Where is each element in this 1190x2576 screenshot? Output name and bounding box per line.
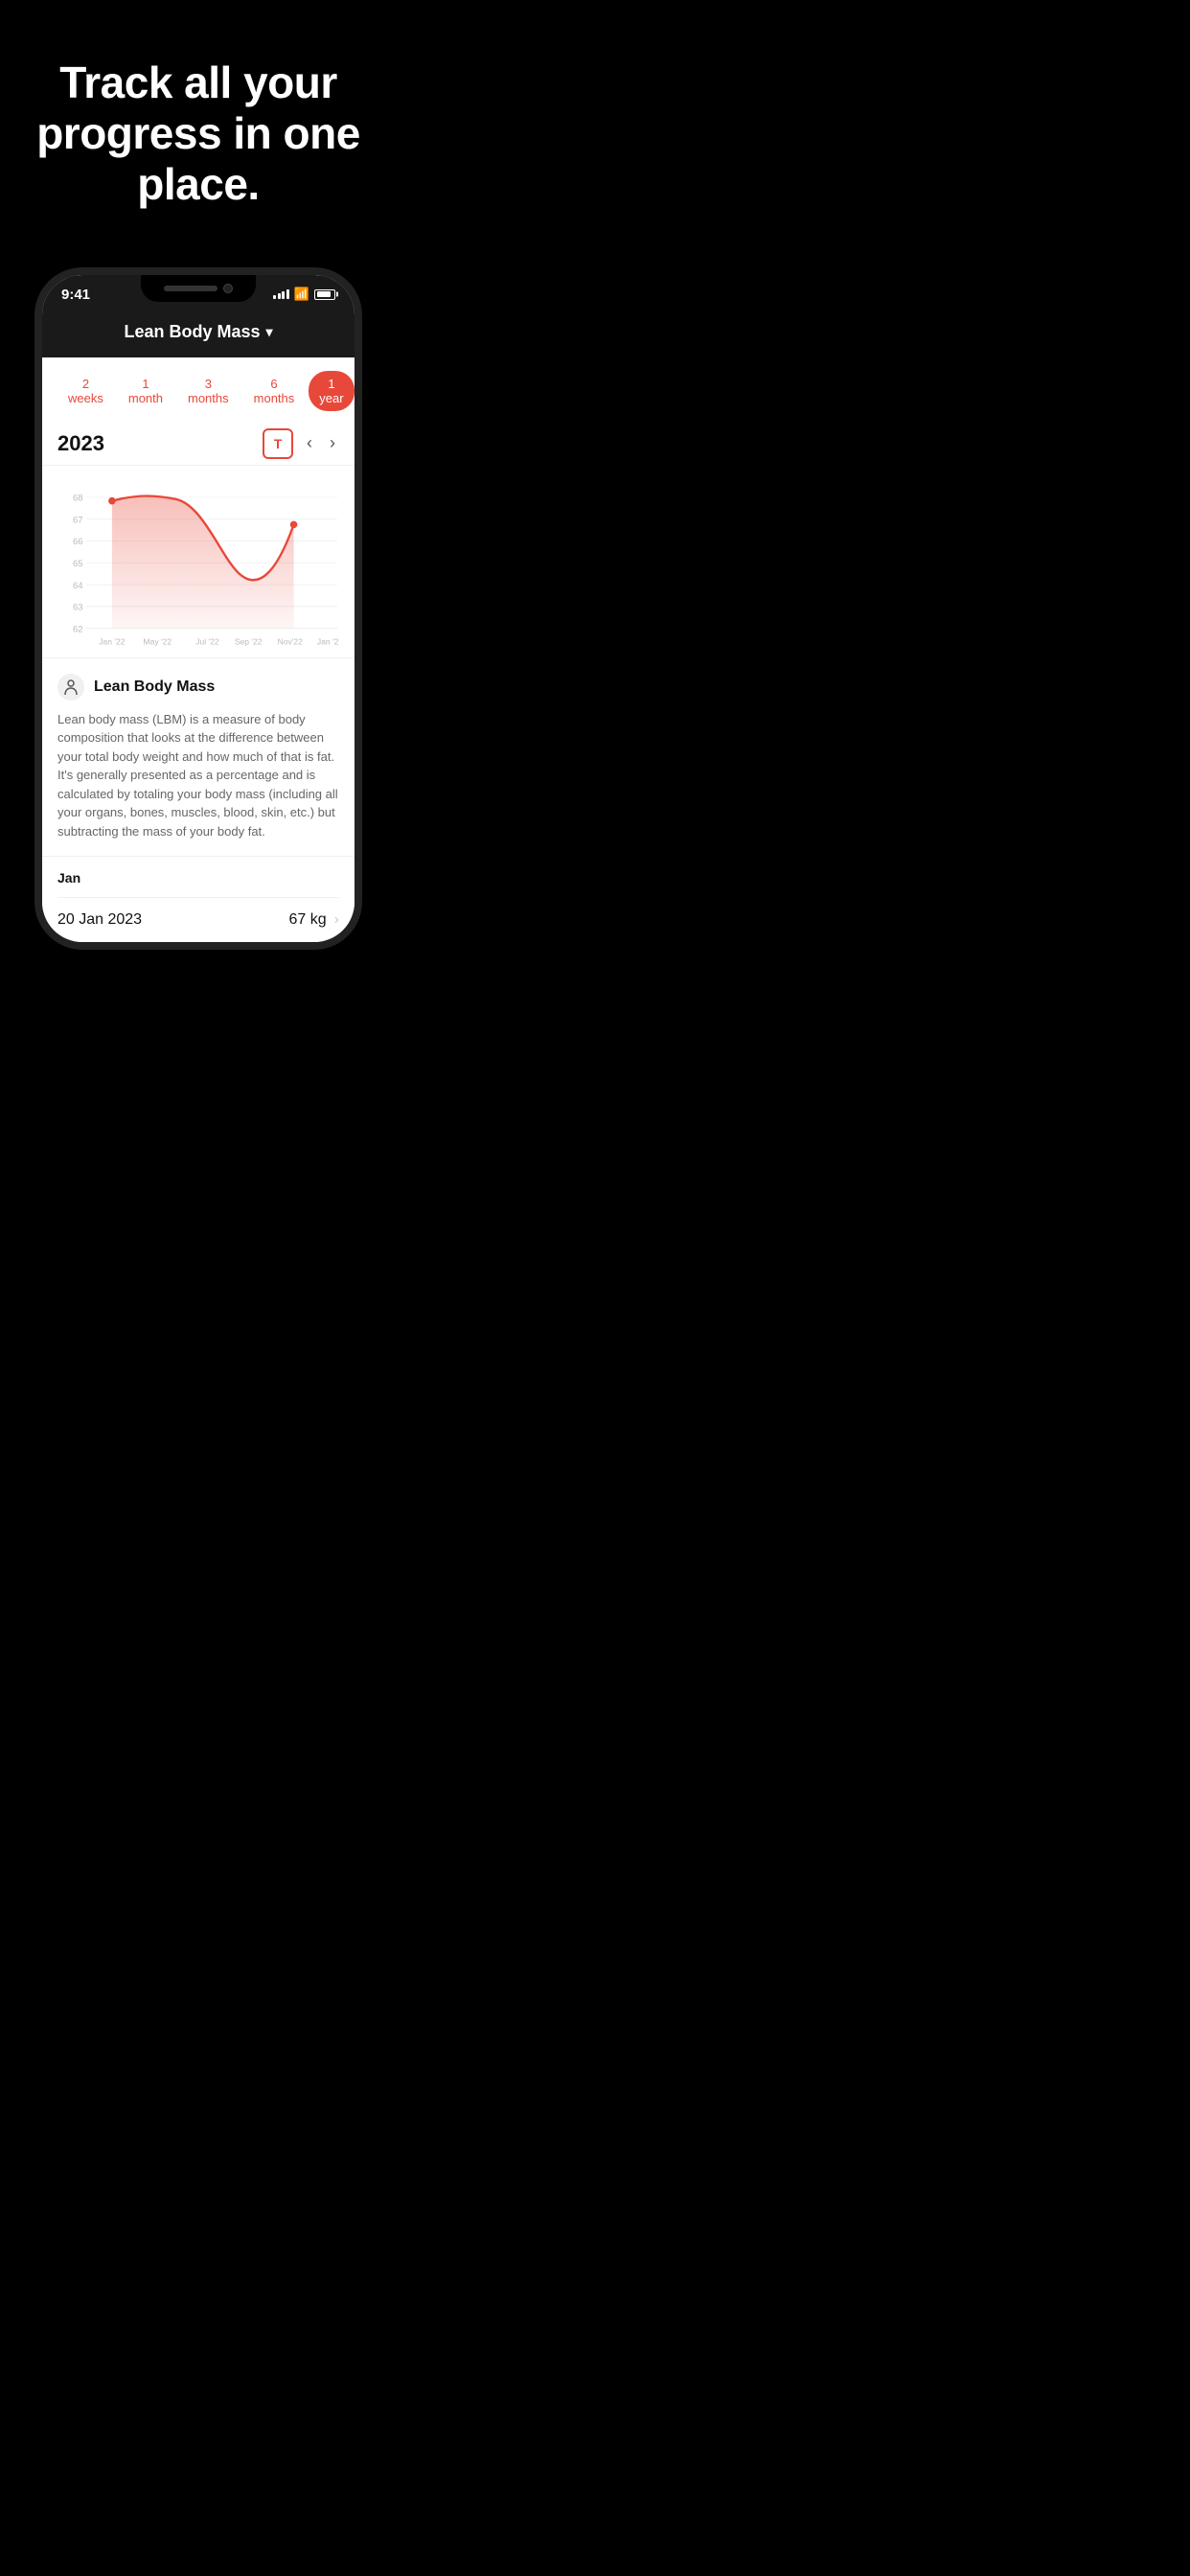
today-button[interactable]: T xyxy=(263,428,293,459)
svg-text:67: 67 xyxy=(73,515,83,525)
chart-svg: 68 67 66 65 64 63 62 xyxy=(57,475,339,657)
data-section: Jan 20 Jan 2023 67 kg › xyxy=(42,856,355,942)
filter-1year[interactable]: 1 year xyxy=(309,371,354,411)
signal-bar-4 xyxy=(286,289,289,299)
data-month-label: Jan xyxy=(57,870,339,886)
signal-bar-1 xyxy=(273,295,276,299)
info-description: Lean body mass (LBM) is a measure of bod… xyxy=(57,710,339,841)
svg-text:68: 68 xyxy=(73,493,83,503)
data-entry-value: 67 kg › xyxy=(289,911,339,929)
filter-3months[interactable]: 3 months xyxy=(177,371,240,411)
year-header: 2023 T ‹ › xyxy=(42,421,355,466)
info-section: Lean Body Mass Lean body mass (LBM) is a… xyxy=(42,657,355,857)
status-icons: 📶 xyxy=(273,287,335,302)
signal-bar-2 xyxy=(278,293,281,299)
next-arrow-button[interactable]: › xyxy=(326,429,339,457)
app-header: Lean Body Mass ▾ xyxy=(42,310,355,357)
svg-text:62: 62 xyxy=(73,624,83,634)
battery-fill xyxy=(317,291,331,297)
app-content: 2 weeks 1 month 3 months 6 months 1 year… xyxy=(42,357,355,943)
time-filter: 2 weeks 1 month 3 months 6 months 1 year xyxy=(42,357,355,421)
phone-notch xyxy=(141,275,256,302)
data-entry-date: 20 Jan 2023 xyxy=(57,911,142,929)
data-entry-chevron-icon: › xyxy=(334,911,339,929)
info-title: Lean Body Mass xyxy=(94,678,215,696)
chart-fill xyxy=(112,495,294,628)
wifi-icon: 📶 xyxy=(294,287,309,302)
hero-title: Track all your progress in one place. xyxy=(29,58,368,210)
svg-text:63: 63 xyxy=(73,602,83,612)
lean-body-mass-icon xyxy=(57,674,84,701)
data-entry[interactable]: 20 Jan 2023 67 kg › xyxy=(57,897,339,942)
filter-6months[interactable]: 6 months xyxy=(243,371,306,411)
svg-text:Nov'22: Nov'22 xyxy=(278,636,304,646)
year-controls: T ‹ › xyxy=(263,428,339,459)
battery-icon xyxy=(314,289,335,300)
info-header: Lean Body Mass xyxy=(57,674,339,701)
chart-container: 68 67 66 65 64 63 62 xyxy=(42,466,355,657)
signal-bars xyxy=(273,289,289,299)
header-chevron-icon: ▾ xyxy=(266,324,273,340)
svg-text:Jan '22: Jan '22 xyxy=(99,636,125,646)
filter-2weeks[interactable]: 2 weeks xyxy=(57,371,114,411)
body-icon-svg xyxy=(62,678,80,696)
signal-bar-3 xyxy=(282,291,285,299)
hero-section: Track all your progress in one place. xyxy=(0,0,397,248)
svg-text:Sep '22: Sep '22 xyxy=(235,636,263,646)
svg-text:66: 66 xyxy=(73,537,83,547)
filter-1month[interactable]: 1 month xyxy=(118,371,173,411)
phone-wrapper: 9:41 📶 Lean Body Mass ▾ xyxy=(0,248,397,989)
chart-dot-start xyxy=(108,497,116,505)
chart-dot-end xyxy=(290,520,298,528)
app-header-title[interactable]: Lean Body Mass ▾ xyxy=(124,322,272,342)
svg-text:Jan '22: Jan '22 xyxy=(317,636,339,646)
svg-text:64: 64 xyxy=(73,580,83,590)
prev-arrow-button[interactable]: ‹ xyxy=(303,429,316,457)
year-label: 2023 xyxy=(57,431,104,456)
svg-text:Jul '22: Jul '22 xyxy=(195,636,219,646)
status-time: 9:41 xyxy=(61,287,90,303)
phone-frame: 9:41 📶 Lean Body Mass ▾ xyxy=(34,267,362,951)
header-title-text: Lean Body Mass xyxy=(124,322,260,342)
notch-pill xyxy=(164,286,217,291)
svg-text:65: 65 xyxy=(73,559,83,569)
data-entry-kg: 67 kg xyxy=(289,911,327,929)
svg-text:May '22: May '22 xyxy=(144,636,172,646)
notch-dot xyxy=(223,284,233,293)
status-bar: 9:41 📶 xyxy=(42,275,355,310)
